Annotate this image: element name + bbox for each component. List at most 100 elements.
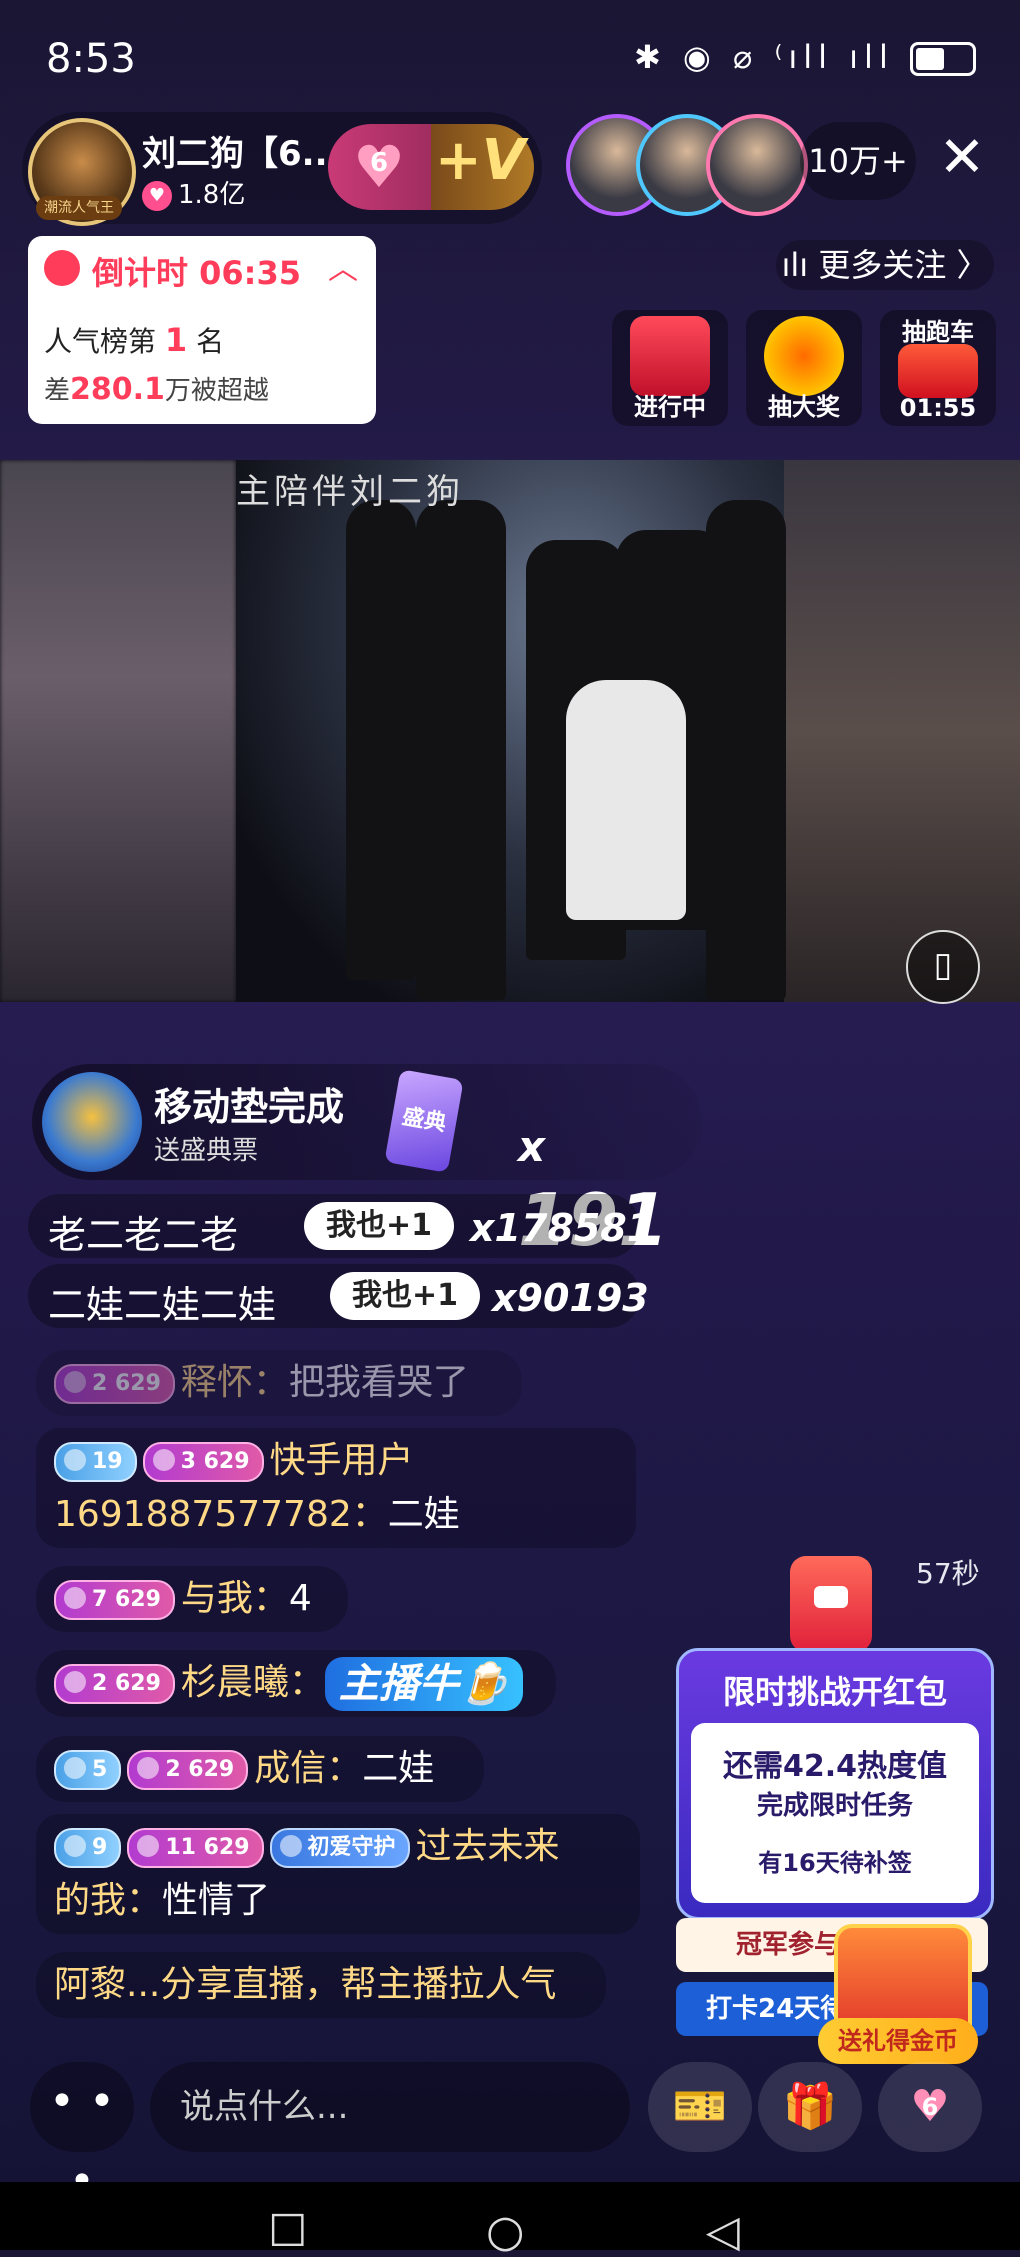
rank-text: 人气榜第 1 名: [44, 321, 225, 359]
chat-text: 性情了: [162, 1880, 271, 1921]
heart-icon: ♥: [142, 180, 172, 211]
tile-label: 进行中: [634, 393, 706, 421]
video-frame: [236, 460, 786, 1002]
chat-username[interactable]: 成信：: [254, 1748, 362, 1789]
gift-banner: 移动垫完成 送盛典票 盛典 x 191: [32, 1064, 702, 1262]
level-badge: 2 629: [127, 1750, 249, 1790]
chat-text: 把我看哭了: [288, 1362, 469, 1403]
video-blur-left: [0, 460, 236, 1002]
red-envelope-icon: [630, 316, 710, 396]
tile-label: 抽大奖: [768, 393, 840, 421]
system-status-icons: ✱ ◉ ⌀ ⁽ıll ıll: [634, 38, 976, 76]
chat-text: 二娃: [387, 1494, 460, 1535]
share-notice: 阿黎...分享直播，帮主播拉人气: [54, 1964, 557, 2005]
ticket-icon: 🎫: [672, 2081, 728, 2132]
chat-username[interactable]: 杉晨曦：: [181, 1662, 325, 1703]
sign-text: 有16天待补签: [758, 1849, 912, 1877]
activity-tile-ongoing[interactable]: 进行中: [612, 310, 728, 426]
level-badge: 2 629: [54, 1364, 175, 1404]
gift-description: 送盛典票: [154, 1136, 259, 1166]
chat-text: 二娃: [362, 1748, 435, 1789]
viewer-avatar[interactable]: [706, 114, 808, 216]
me-too-button[interactable]: 我也+1: [304, 1202, 454, 1250]
fan-level: 6: [921, 2093, 939, 2121]
gem-badge: 5: [54, 1750, 122, 1790]
level-badge: 7 629: [54, 1580, 175, 1620]
red-packet-card[interactable]: 限时挑战开红包 还需42.4热度值 完成限时任务 有16天待补签: [676, 1648, 994, 1920]
gap-text: 差280.1万被超越: [44, 372, 269, 407]
rotate-screen-icon[interactable]: ▯: [906, 930, 980, 1004]
ticket-button[interactable]: 🎫: [648, 2062, 752, 2152]
combo-row: 老二老二老 我也+1 x178581: [28, 1194, 653, 1258]
collapse-caret-icon[interactable]: ︿: [328, 244, 358, 288]
ticket-gift-icon: 盛典: [384, 1069, 464, 1173]
tile-top-label: 抽跑车: [902, 318, 974, 346]
combo-count: x90193: [492, 1276, 649, 1320]
back-nav-icon[interactable]: ◁: [706, 2206, 740, 2257]
status-time: 8:53: [46, 36, 136, 82]
more-follow-button[interactable]: ılı 更多关注 〉: [776, 240, 994, 290]
follow-plus-v[interactable]: +V: [432, 128, 528, 193]
host-likes: ♥ 1.8亿: [142, 174, 245, 211]
chat-username[interactable]: 释怀：: [181, 1362, 289, 1403]
combo-row: 二娃二娃二娃 我也+1 x90193: [28, 1264, 649, 1328]
chat-message[interactable]: 2 629 杉晨曦： 主播牛🍺: [36, 1650, 556, 1717]
task-text: 完成限时任务: [756, 1791, 913, 1821]
red-packet-timer: 57秒: [916, 1557, 980, 1590]
system-message: 阿黎...分享直播，帮主播拉人气: [36, 1952, 606, 2018]
chat-message[interactable]: 52 629 成信：二娃: [36, 1736, 484, 1802]
heat-needed: 还需42.4热度值: [722, 1749, 948, 1784]
fan-level: 6: [369, 148, 389, 178]
gift-coin-button[interactable]: 送礼得金币: [818, 2018, 978, 2064]
fan-heart-button[interactable]: ♥ 6: [878, 2062, 982, 2152]
red-packet-body: 还需42.4热度值 完成限时任务 有16天待补签: [691, 1723, 979, 1903]
emoji-sticker: 主播牛🍺: [324, 1657, 523, 1711]
chat-username[interactable]: 与我：: [181, 1578, 289, 1619]
gift-icon: 🎁: [782, 2081, 838, 2132]
close-icon[interactable]: ✕: [930, 126, 994, 190]
battery-icon: [910, 42, 976, 76]
chat-message[interactable]: 19 3 629 快手用户 1691887577782：二娃: [36, 1428, 636, 1548]
red-packet-icon[interactable]: [790, 1556, 872, 1652]
live-video[interactable]: 主陪伴刘二狗: [0, 460, 1020, 1002]
chat-text: 4: [288, 1578, 312, 1619]
lottery-icon: [764, 316, 844, 396]
recents-nav-icon[interactable]: ☐: [268, 2206, 307, 2257]
host-likes-count: 1.8亿: [178, 180, 246, 210]
tile-timer: 01:55: [899, 394, 977, 422]
level-badge: 11 629: [127, 1828, 264, 1868]
red-packet-title: 限时挑战开红包: [722, 1673, 947, 1711]
video-blur-right: [784, 460, 1020, 1002]
viewer-count[interactable]: 10万+: [800, 122, 916, 200]
gift-sender-avatar[interactable]: [42, 1072, 142, 1172]
gift-box-icon: [898, 344, 978, 398]
more-options-button[interactable]: • • •: [30, 2062, 134, 2207]
signal-icons: ✱ ◉ ⌀ ⁽ıll ıll: [633, 38, 894, 76]
gem-badge: 9: [54, 1828, 122, 1868]
guardian-badge: 初爱守护: [269, 1828, 410, 1868]
activity-tile-lottery[interactable]: 抽大奖: [746, 310, 862, 426]
me-too-button[interactable]: 我也+1: [330, 1272, 480, 1320]
chat-message[interactable]: 7 629 与我：4: [36, 1566, 348, 1632]
chat-username-cont: 1691887577782：: [54, 1494, 388, 1535]
chat-username[interactable]: 过去未来: [416, 1826, 560, 1867]
combo-text: 二娃二娃二娃: [48, 1283, 277, 1327]
gift-button[interactable]: 🎁: [758, 2062, 862, 2152]
comment-input[interactable]: 说点什么...: [150, 2062, 630, 2152]
chat-username[interactable]: 快手用户: [270, 1440, 414, 1481]
chat-username-cont: 的我：: [54, 1880, 163, 1921]
combo-count: x178581: [470, 1206, 654, 1250]
chat-message[interactable]: 2 629 释怀：把我看哭了: [36, 1350, 522, 1416]
level-badge: 3 629: [142, 1442, 264, 1482]
host-avatar-badge: 潮流人气王: [36, 196, 122, 220]
level-badge: 2 629: [54, 1664, 175, 1704]
host-name[interactable]: 刘二狗【6...: [142, 126, 340, 175]
activity-tile-car[interactable]: 抽跑车 01:55: [880, 310, 996, 426]
gem-badge: 19: [54, 1442, 137, 1482]
rank-countdown-card[interactable]: 倒计时 06:35 ︿ 人气榜第 1 名 差280.1万被超越: [28, 236, 376, 424]
home-nav-icon[interactable]: ○: [486, 2206, 524, 2257]
countdown-icon: [44, 250, 80, 286]
chat-message[interactable]: 9 11 629 初爱守护 过去未来的我：性情了: [36, 1814, 640, 1934]
gift-sender-name: 移动垫完成: [154, 1085, 345, 1129]
combo-text: 老二老二老: [48, 1213, 239, 1257]
